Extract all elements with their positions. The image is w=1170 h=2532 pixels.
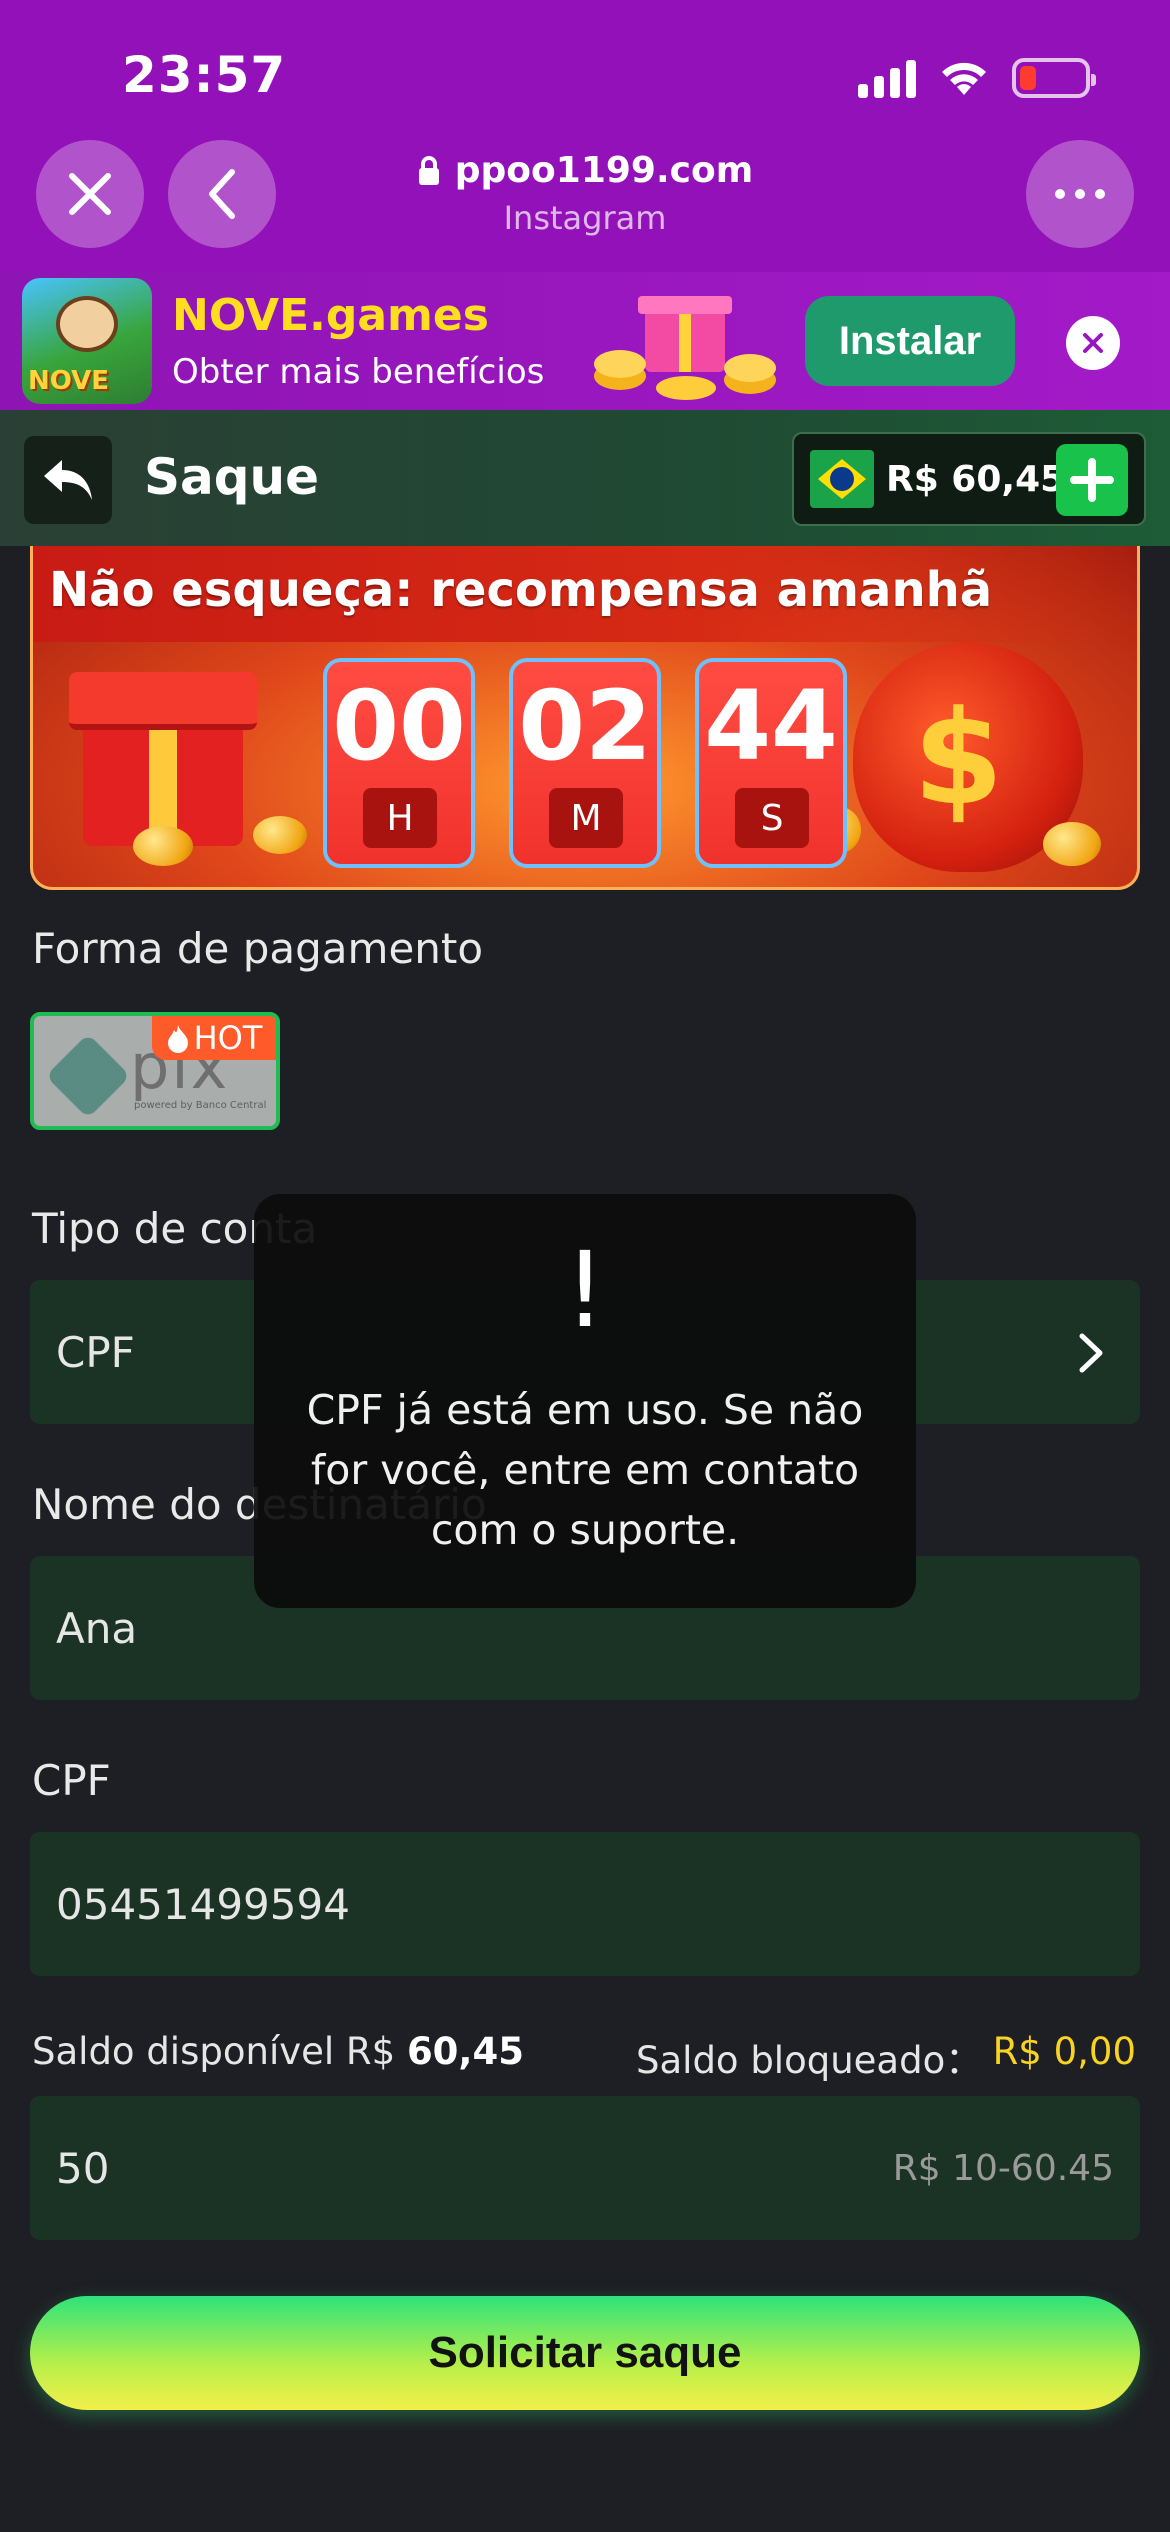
countdown-minutes-unit: M [549,788,623,848]
browser-menu-button[interactable] [1026,140,1134,248]
pix-logo-icon [45,1033,131,1119]
app-logo: NOVE [22,278,152,404]
promo-title: Não esqueça: recompensa amanhã [49,562,993,618]
amount-range-hint: R$ 10-60.45 [892,2147,1114,2189]
toast-message: CPF já está em uso. Se não for você, ent… [306,1386,864,1554]
pix-payment-option[interactable]: pix powered by Banco Central HOT [30,1012,280,1130]
app-logo-text: NOVE [28,366,110,396]
cpf-field[interactable]: 05451499594 [30,1832,1140,1976]
status-time: 23:57 [122,46,287,104]
lock-icon [418,155,439,185]
signal-icon [858,58,916,98]
countdown-hours-unit: H [363,788,437,848]
amount-field[interactable]: 50 R$ 10-60.45 [30,2096,1140,2240]
deposit-button[interactable] [1056,444,1128,516]
recipient-name-value: Ana [56,1603,138,1653]
available-balance-label: Saldo disponível R$ [32,2030,396,2073]
install-button[interactable]: Instalar [805,296,1015,386]
cpf-label: CPF [32,1756,111,1805]
banner-close-button[interactable] [1066,316,1120,370]
cpf-value: 05451499594 [56,1879,350,1929]
url-box[interactable]: ppoo1199.com Instagram [0,150,1170,237]
banner-title: NOVE.games [172,290,489,341]
available-balance-value: 60,45 [406,2030,524,2073]
available-balance: Saldo disponível R$ 60,45 [32,2030,524,2073]
reward-promo-card[interactable]: $ Não esqueça: recompensa amanhã 00 H 02… [30,546,1140,890]
close-icon [1083,333,1103,353]
flame-icon [167,1025,188,1053]
gift-coins-illustration [594,296,776,400]
pix-logo-subtext: powered by Banco Central [134,1100,267,1111]
wifi-icon [942,62,986,95]
countdown-seconds: 44 S [695,658,847,868]
back-button[interactable] [24,436,112,524]
gift-box-illustration [69,672,257,846]
chevron-right-icon [1079,1333,1103,1373]
blocked-balance-label: Saldo bloqueado： [636,2039,983,2082]
header-balance: R$ 60,45 [886,458,1066,500]
countdown-minutes-value: 02 [518,670,652,782]
status-icons [858,54,1096,102]
error-toast: ! CPF já está em uso. Se não for você, e… [254,1194,916,1608]
plus-icon [1070,458,1114,502]
countdown-hours: 00 H [323,658,475,868]
countdown-seconds-unit: S [735,788,809,848]
battery-icon [1012,58,1096,98]
url-source: Instagram [503,199,667,237]
app-header: Saque R$ 60,45 [0,410,1170,546]
request-withdrawal-button[interactable]: Solicitar saque [30,2296,1140,2410]
alert-icon: ! [564,1229,606,1351]
more-dots-icon [1055,189,1105,199]
brazil-flag-icon [810,450,874,508]
balance-box: R$ 60,45 [792,432,1146,526]
account-type-value: CPF [56,1327,135,1377]
banner-subtitle: Obter mais benefícios [172,352,545,392]
countdown-minutes: 02 M [509,658,661,868]
url-text: ppoo1199.com [454,150,754,191]
hot-badge: HOT [152,1016,276,1060]
reply-arrow-icon [44,460,92,500]
payment-method-label: Forma de pagamento [32,924,484,973]
install-banner: NOVE NOVE.games Obter mais benefícios In… [0,272,1170,410]
countdown-seconds-value: 44 [704,670,838,782]
hot-badge-text: HOT [193,1019,263,1057]
amount-value: 50 [56,2143,110,2193]
browser-chrome: 23:57 ppoo1199.com Instagram [0,0,1170,272]
blocked-balance-value: R$ 0,00 [992,2030,1136,2073]
countdown-hours-value: 00 [332,670,466,782]
page-title: Saque [144,448,320,506]
